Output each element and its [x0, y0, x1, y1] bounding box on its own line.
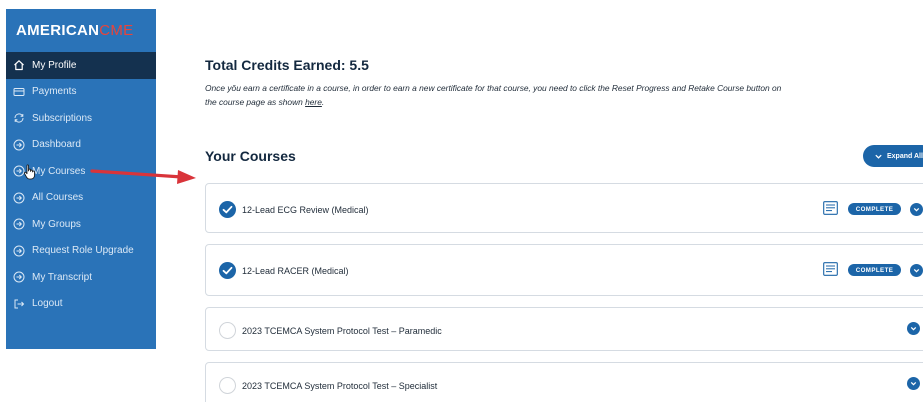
notice-prefix: the course page as shown: [205, 96, 306, 107]
circle-arrow-icon: [13, 192, 25, 204]
course-card[interactable]: 12-Lead ECG Review (Medical) COMPLETE: [205, 183, 923, 233]
certificate-icon[interactable]: [823, 201, 838, 215]
chevron-down-icon: [910, 326, 917, 331]
sidebar-item-subscriptions[interactable]: Subscriptions: [6, 105, 156, 132]
expand-all-button[interactable]: Expand All: [863, 145, 923, 167]
hand-cursor-icon: [23, 164, 35, 180]
chevron-down-icon: [913, 207, 920, 212]
expand-course-button[interactable]: [907, 322, 920, 335]
course-card[interactable]: 2023 TCEMCA System Protocol Test – Param…: [205, 307, 923, 351]
status-badge: COMPLETE: [848, 203, 901, 215]
sidebar-item-my-transcript[interactable]: My Transcript: [6, 264, 156, 291]
circle-arrow-icon: [13, 218, 25, 230]
empty-circle-icon: [219, 322, 236, 339]
circle-arrow-icon: [13, 271, 25, 283]
status-badge: COMPLETE: [848, 264, 901, 276]
sidebar-item-label: My Courses: [32, 165, 86, 177]
notice-suffix: .: [321, 96, 325, 107]
empty-circle-icon: [219, 377, 236, 394]
course-card[interactable]: 12-Lead RACER (Medical) COMPLETE: [205, 244, 923, 296]
sidebar-item-label: Payments: [32, 86, 77, 98]
circle-arrow-icon: [13, 139, 25, 151]
expand-course-button[interactable]: [910, 203, 923, 216]
notice-line-1: Once yǒu earn a certificate in a course,…: [205, 83, 782, 93]
reset-progress-notice: Once yǒu earn a certificate in a course,…: [205, 82, 923, 109]
chevron-down-icon: [910, 381, 917, 386]
sidebar-item-label: My Transcript: [32, 271, 93, 283]
logo-text-accent: CME: [99, 22, 134, 39]
certificate-icon[interactable]: [823, 262, 838, 276]
sidebar-item-label: Dashboard: [32, 139, 81, 151]
logout-icon: [13, 298, 25, 310]
sidebar-item-label: Logout: [32, 298, 63, 310]
sidebar-item-dashboard[interactable]: Dashboard: [6, 132, 156, 159]
credit-card-icon: [13, 86, 25, 98]
main-content: Total Credits Earned: 5.5 Once yǒu earn …: [205, 0, 923, 402]
expand-all-label: Expand All: [887, 152, 923, 160]
home-icon: [13, 59, 25, 71]
sidebar-item-label: My Profile: [32, 59, 77, 71]
circle-arrow-icon: [13, 245, 25, 257]
sidebar-item-payments[interactable]: Payments: [6, 79, 156, 106]
annotation-arrow-icon: [90, 169, 196, 184]
check-circle-icon: [219, 262, 236, 279]
sidebar-item-label: Request Role Upgrade: [32, 245, 134, 257]
course-title[interactable]: 2023 TCEMCA System Protocol Test – Speci…: [242, 381, 437, 391]
refresh-icon: [13, 112, 25, 124]
logo-text-primary: AMERICAN: [16, 22, 100, 39]
sidebar-item-logout[interactable]: Logout: [6, 291, 156, 318]
sidebar-item-label: My Groups: [32, 218, 81, 230]
course-title[interactable]: 12-Lead RACER (Medical): [242, 266, 349, 276]
notice-here-link[interactable]: here: [305, 97, 322, 107]
course-title[interactable]: 2023 TCEMCA System Protocol Test – Param…: [242, 326, 442, 336]
brand-logo[interactable]: AMERICAN CME: [6, 9, 156, 52]
course-title[interactable]: 12-Lead ECG Review (Medical): [242, 205, 369, 215]
sidebar-item-all-courses[interactable]: All Courses: [6, 185, 156, 212]
your-courses-heading: Your Courses: [205, 148, 296, 164]
course-card[interactable]: 2023 TCEMCA System Protocol Test – Speci…: [205, 362, 923, 402]
expand-course-button[interactable]: [907, 377, 920, 390]
expand-course-button[interactable]: [910, 264, 923, 277]
sidebar-item-label: Subscriptions: [32, 112, 93, 124]
sidebar-item-my-profile[interactable]: My Profile: [6, 52, 156, 79]
page-title: Total Credits Earned: 5.5: [205, 57, 369, 73]
sidebar-item-request-role-upgrade[interactable]: Request Role Upgrade: [6, 238, 156, 265]
notice-line-2: the course page as shown here.: [205, 96, 923, 110]
chevron-down-icon: [913, 268, 920, 273]
check-circle-icon: [219, 201, 236, 218]
sidebar-item-label: All Courses: [32, 192, 84, 204]
sidebar-item-my-groups[interactable]: My Groups: [6, 211, 156, 238]
chevron-down-icon: [875, 154, 882, 159]
